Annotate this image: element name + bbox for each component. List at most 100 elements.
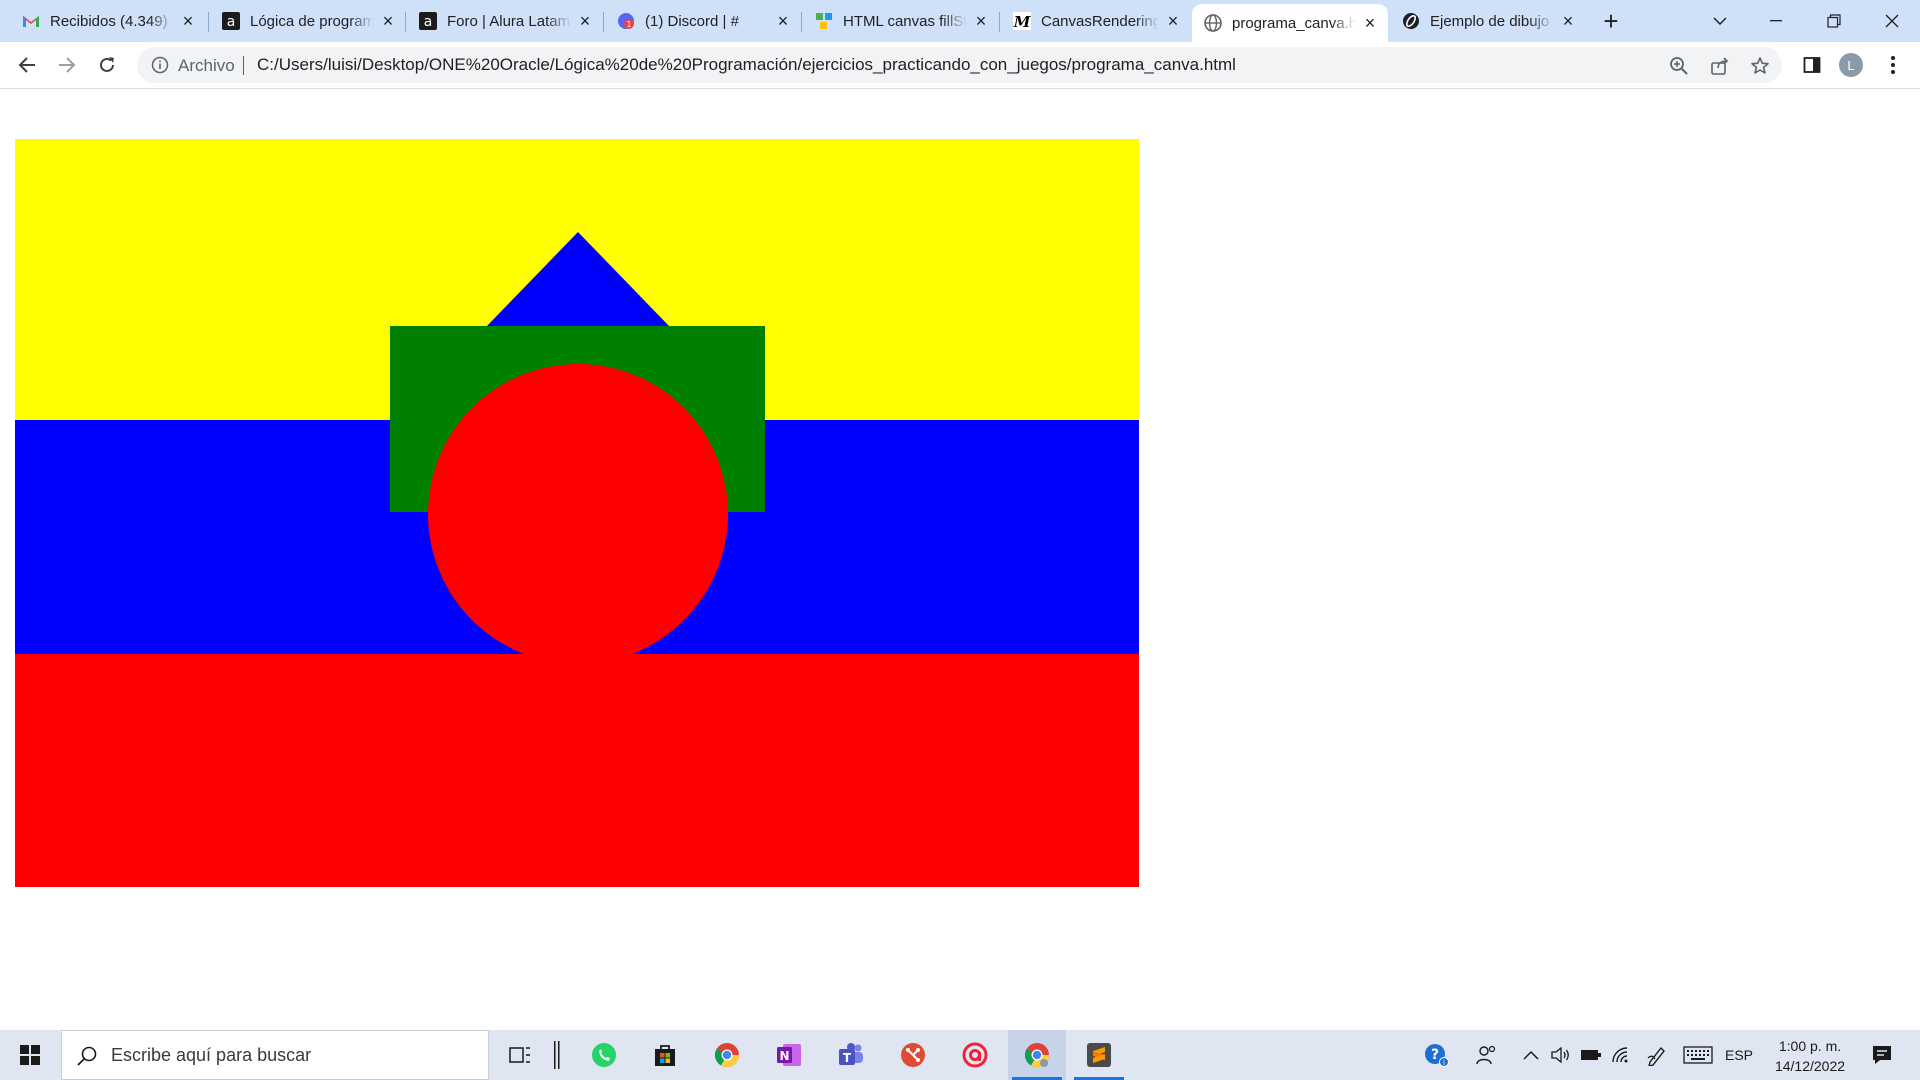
alura-icon: a [419, 12, 437, 30]
w3schools-icon [815, 12, 833, 30]
close-window-button[interactable] [1864, 0, 1920, 42]
whatsapp-icon [592, 1043, 616, 1067]
svg-text:a: a [227, 14, 236, 30]
task-view-icon [509, 1047, 530, 1063]
taskbar-sublime[interactable] [1070, 1030, 1128, 1080]
tab-foro[interactable]: a Foro | Alura Latam × [407, 6, 603, 36]
close-icon[interactable]: × [971, 11, 991, 31]
browser-toolbar: Archivo C:/Users/luisi/Desktop/ONE%20Ora… [0, 42, 1920, 89]
tray-volume[interactable] [1546, 1030, 1576, 1080]
tray-language[interactable]: ESP [1722, 1030, 1756, 1080]
discord-icon: 1 [617, 12, 635, 30]
tray-people[interactable] [1470, 1030, 1504, 1080]
notification-icon [1873, 1046, 1891, 1064]
tray-clock[interactable]: 1:00 p. m. 14/12/2022 [1760, 1036, 1860, 1076]
taskbar-chrome[interactable] [698, 1030, 756, 1080]
tab-gmail[interactable]: Recibidos (4.349) × [10, 6, 206, 36]
tab-search-button[interactable] [1692, 0, 1748, 42]
minimize-button[interactable] [1748, 0, 1804, 42]
svg-text:T: T [843, 1051, 852, 1065]
tray-keyboard[interactable] [1680, 1030, 1716, 1080]
close-icon[interactable]: × [1163, 11, 1183, 31]
chevron-up-icon [1523, 1050, 1539, 1060]
tray-pen[interactable] [1642, 1030, 1672, 1080]
tab-separator [208, 12, 209, 32]
chrome-icon [1024, 1043, 1049, 1068]
svg-text:1: 1 [626, 20, 631, 29]
tray-battery[interactable] [1576, 1030, 1606, 1080]
close-icon[interactable]: × [378, 11, 398, 31]
svg-text:?: ? [1431, 1047, 1439, 1063]
red-circle [428, 364, 728, 664]
at-sign-icon [962, 1042, 988, 1068]
taskbar-git[interactable] [884, 1030, 942, 1080]
search-placeholder: Escribe aquí para buscar [111, 1045, 312, 1065]
start-button[interactable] [0, 1030, 60, 1080]
alura-icon: a [222, 12, 240, 30]
url-text[interactable]: C:/Users/luisi/Desktop/ONE%20Oracle/Lógi… [257, 55, 1236, 75]
tray-wifi[interactable] [1606, 1030, 1636, 1080]
reload-button[interactable] [91, 49, 123, 81]
tray-expand[interactable] [1516, 1030, 1546, 1080]
people-icon [1476, 1045, 1496, 1065]
taskbar-store[interactable] [636, 1030, 694, 1080]
tab-title: Recibidos (4.349) [50, 12, 168, 30]
arrow-left-icon [18, 57, 35, 73]
chrome-icon [714, 1043, 739, 1068]
profile-avatar[interactable]: L [1839, 53, 1863, 77]
sublime-text-icon [1087, 1043, 1111, 1067]
gmail-icon [22, 12, 40, 30]
share-icon[interactable] [1708, 54, 1732, 78]
bookmark-star-icon[interactable] [1748, 54, 1772, 78]
tab-separator [603, 12, 604, 32]
taskbar-anydesk[interactable] [946, 1030, 1004, 1080]
tab-logica[interactable]: a Lógica de programación × [210, 6, 406, 36]
back-button[interactable] [11, 49, 43, 81]
drawing-canvas [15, 139, 1139, 887]
svg-text:M: M [1013, 13, 1031, 30]
new-tab-button[interactable]: + [1597, 8, 1625, 36]
tab-mdn[interactable]: M CanvasRenderingContext2D × [1001, 6, 1191, 36]
taskbar-whatsapp[interactable] [575, 1030, 633, 1080]
tab-discord[interactable]: 1 (1) Discord | # × [605, 6, 801, 36]
tab-separator [405, 12, 406, 32]
battery-icon [1581, 1050, 1601, 1060]
taskbar-teams[interactable]: T [822, 1030, 880, 1080]
taskbar-search[interactable]: Escribe aquí para buscar [61, 1030, 489, 1080]
scheme-label: Archivo [178, 56, 235, 75]
minimize-icon [1770, 20, 1782, 22]
wifi-icon [1612, 1047, 1628, 1063]
tray-help[interactable]: ? i [1420, 1030, 1454, 1080]
close-icon[interactable]: × [178, 11, 198, 31]
more-vert-icon [1891, 56, 1895, 74]
taskbar-onenote[interactable]: N [760, 1030, 818, 1080]
restore-button[interactable] [1806, 0, 1862, 42]
close-icon [1885, 14, 1899, 28]
reload-icon [100, 57, 114, 72]
tab-separator [999, 12, 1000, 32]
close-icon[interactable]: × [1360, 13, 1380, 33]
tray-notifications[interactable] [1862, 1030, 1902, 1080]
red-stripe [15, 654, 1139, 887]
info-icon[interactable] [151, 56, 169, 74]
menu-button[interactable] [1877, 49, 1909, 81]
tab-w3schools[interactable]: HTML canvas fillStyle × [803, 6, 999, 36]
pen-icon [1647, 1046, 1665, 1066]
clock-time: 1:00 p. m. [1778, 1038, 1842, 1054]
address-bar[interactable]: Archivo C:/Users/luisi/Desktop/ONE%20Ora… [137, 47, 1782, 83]
tab-codepen[interactable]: Ejemplo de dibujo × [1390, 6, 1586, 36]
forward-button[interactable] [51, 49, 83, 81]
tab-programa-canva[interactable]: programa_canva.html × [1192, 4, 1388, 42]
close-icon[interactable]: × [1558, 11, 1578, 31]
tab-title: HTML canvas fillStyle [843, 12, 967, 30]
divider-icon [554, 1041, 560, 1069]
globe-icon [1204, 14, 1222, 32]
zoom-icon[interactable] [1667, 54, 1691, 78]
side-panel-button[interactable] [1796, 49, 1828, 81]
close-icon[interactable]: × [575, 11, 595, 31]
tab-title: Ejemplo de dibujo [1430, 12, 1550, 30]
codepen-icon [1402, 12, 1420, 30]
close-icon[interactable]: × [773, 11, 793, 31]
taskbar-chrome-active[interactable] [1008, 1030, 1066, 1080]
address-separator [243, 56, 244, 75]
